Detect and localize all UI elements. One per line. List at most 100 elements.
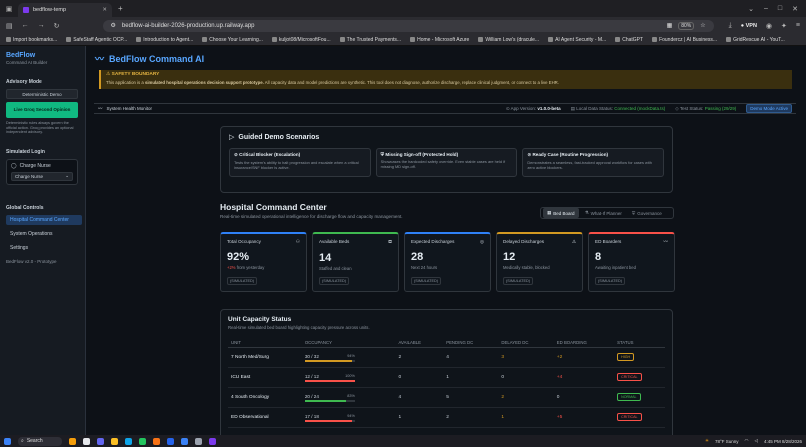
- bookmark-item[interactable]: SafeStaff Agentic OCP...: [66, 37, 127, 43]
- available-cell: 1: [395, 407, 444, 428]
- start-icon[interactable]: [4, 437, 11, 445]
- role-select[interactable]: Charge Nurse ⌄: [11, 171, 73, 181]
- widgets-icon[interactable]: [69, 437, 76, 445]
- site-info-icon[interactable]: ⚙: [111, 22, 116, 29]
- app-title: BedFlow Command AI: [109, 53, 205, 64]
- maximize-icon[interactable]: □: [778, 5, 782, 13]
- bookmark-favicon-icon: [615, 37, 621, 42]
- vpn-button[interactable]: ● VPN: [741, 23, 757, 29]
- kpi-sub-text: Awaiting inpatient bed: [595, 265, 636, 270]
- forward-icon[interactable]: →: [38, 22, 45, 29]
- people-icon: ⚇: [295, 239, 300, 244]
- nav-command-center[interactable]: Hospital Command Center: [6, 214, 82, 225]
- teams-icon[interactable]: [97, 437, 104, 445]
- bookmark-item[interactable]: Home - Microsoft Azure: [410, 37, 469, 43]
- firefox-icon[interactable]: [153, 437, 160, 445]
- bookmark-item[interactable]: ChatGPT: [615, 37, 643, 43]
- url-field[interactable]: ⚙ bedflow-ai-builder-2026-production.up.…: [102, 19, 714, 32]
- wifi-icon[interactable]: ◠: [745, 438, 749, 444]
- occupancy-cell: 30 / 32 94%: [301, 347, 396, 368]
- terminal-icon[interactable]: [195, 437, 202, 445]
- profile-icon[interactable]: ◉: [766, 22, 772, 30]
- scenario-card-critical[interactable]: ⊘ Critical Blocker (Escalation) Tests th…: [229, 148, 371, 177]
- bookmark-favicon-icon: [339, 37, 345, 42]
- tab-governance[interactable]: ⛨ Governance: [628, 209, 666, 218]
- edge-icon[interactable]: [125, 437, 132, 445]
- guided-demo-panel: ▷ Guided Demo Scenarios ⊘ Critical Blocke…: [220, 126, 673, 193]
- sidebar-toggle-icon[interactable]: ▤: [6, 22, 13, 30]
- close-tab-icon[interactable]: ✕: [102, 7, 107, 13]
- banner-emphasis: simulated hospital operations decision s…: [144, 80, 264, 85]
- bookmark-label: GridRescue AI - YouT...: [733, 36, 785, 43]
- close-window-icon[interactable]: ✕: [792, 5, 798, 13]
- alert-circle-icon: ⊘: [234, 152, 238, 157]
- bookmark-item[interactable]: The Trusted Payments...: [339, 37, 401, 43]
- bookmark-label: kuljot08/MicrosoftFou...: [278, 36, 331, 43]
- app-version: ⊙ App Version: v1.0.0-beta: [505, 105, 561, 111]
- chrome-icon[interactable]: [139, 437, 146, 445]
- unit-name: ED Observational: [228, 407, 302, 428]
- extensions-icon[interactable]: ✦: [781, 22, 787, 30]
- occupancy-count: 17 / 18: [304, 413, 319, 419]
- occupancy-bar: [304, 359, 355, 362]
- task-view-icon[interactable]: [83, 437, 90, 445]
- volume-icon[interactable]: ◁: [754, 438, 757, 444]
- file-explorer-icon[interactable]: [111, 437, 118, 445]
- kpi-value: 28: [411, 251, 424, 263]
- kpi-card: Total Occupancy ⚇ 92% +2% from yesterday …: [220, 232, 307, 292]
- download-icon[interactable]: ⤓: [729, 22, 732, 30]
- bookmark-item[interactable]: William Low's (dracule...: [478, 37, 539, 43]
- tab-actions-icon[interactable]: ▣: [0, 0, 18, 17]
- browser-tab[interactable]: bedflow-temp ✕: [18, 3, 112, 17]
- bookmark-item[interactable]: Choose Your Learning...: [202, 37, 263, 43]
- live-groq-button[interactable]: Live Groq Second Opinion: [6, 102, 78, 118]
- taskbar-search[interactable]: ⌕ Search: [18, 436, 62, 446]
- zoom-level[interactable]: 80%: [678, 21, 695, 30]
- mail-icon[interactable]: [167, 437, 174, 445]
- browser-taskbar-icon[interactable]: [209, 437, 216, 445]
- brand-subtitle: Command AI Builder: [6, 60, 48, 65]
- minimize-icon[interactable]: –: [764, 5, 768, 13]
- available-cell: 2: [395, 347, 444, 368]
- nav-settings[interactable]: Settings: [6, 243, 82, 253]
- pending-cell: 5: [443, 387, 499, 408]
- scenario-card-ready[interactable]: ⊙ Ready Case (Routine Progression) Demon…: [522, 148, 665, 177]
- bookmark-label: William Low's (dracule...: [485, 36, 540, 43]
- address-bar: ▤ ← → ↻ ⚙ bedflow-ai-builder-2026-produc…: [0, 17, 806, 34]
- table-row[interactable]: ICU East 12 / 12 100% 0 1 0 +4 CRITICAL: [228, 367, 665, 388]
- deterministic-demo-button[interactable]: Deterministic Demo: [6, 89, 78, 99]
- bookmark-item[interactable]: AI Agent Security - M...: [548, 37, 606, 43]
- bookmark-item[interactable]: Introduction to Agent...: [136, 37, 193, 43]
- bookmark-item[interactable]: Foundercz | AI Business...: [652, 37, 717, 43]
- table-row[interactable]: 7 North Med/Surg 30 / 32 94% 2 4 3 +2 HIG…: [228, 347, 665, 368]
- chevron-down-icon[interactable]: ⌄: [748, 5, 754, 13]
- store-icon[interactable]: [181, 437, 188, 445]
- nav-system-operations[interactable]: System Operations: [6, 229, 82, 239]
- status-cell: CRITICAL: [614, 407, 665, 428]
- back-icon[interactable]: ←: [22, 22, 29, 29]
- bookmark-star-icon[interactable]: ☆: [700, 22, 705, 29]
- tab-label: Bed Board: [553, 210, 575, 216]
- occupancy-bar: [304, 399, 355, 402]
- clock[interactable]: 4:45 PM 8/28/2026: [764, 439, 802, 444]
- bookmark-label: Import bookmarks...: [13, 36, 58, 43]
- simulated-tag: (SIMULATED): [503, 277, 533, 285]
- bookmark-favicon-icon: [652, 37, 658, 42]
- scenario-card-signoff[interactable]: ⛨ Missing Sign-off (Protected Hold) Show…: [375, 148, 518, 177]
- screenshot-icon[interactable]: ▦: [667, 22, 673, 29]
- column-header: OCCUPANCY: [301, 338, 396, 348]
- table-row[interactable]: 4 South Oncology 20 / 24 83% 4 5 2 0 NORM…: [228, 387, 665, 408]
- reload-icon[interactable]: ↻: [54, 22, 60, 30]
- tab-bed-board[interactable]: ▦ Bed Board: [543, 208, 579, 218]
- bookmark-favicon-icon: [726, 37, 732, 42]
- menu-icon[interactable]: ≡: [796, 22, 800, 29]
- status-badge: CRITICAL: [617, 373, 642, 381]
- bookmark-item[interactable]: kuljot08/MicrosoftFou...: [271, 36, 331, 43]
- new-tab-icon[interactable]: +: [118, 4, 123, 13]
- tab-what-if[interactable]: ⚗ What-If Planner: [581, 208, 626, 218]
- bookmark-item[interactable]: Import bookmarks...: [6, 37, 57, 43]
- bookmark-item[interactable]: GridRescue AI - YouT...: [726, 37, 785, 43]
- pulse-icon: 〰: [98, 105, 103, 111]
- demo-mode-button[interactable]: Demo Mode Active: [746, 104, 792, 113]
- table-row[interactable]: ED Observational 17 / 18 94% 1 2 1 +5 CRI…: [228, 407, 665, 428]
